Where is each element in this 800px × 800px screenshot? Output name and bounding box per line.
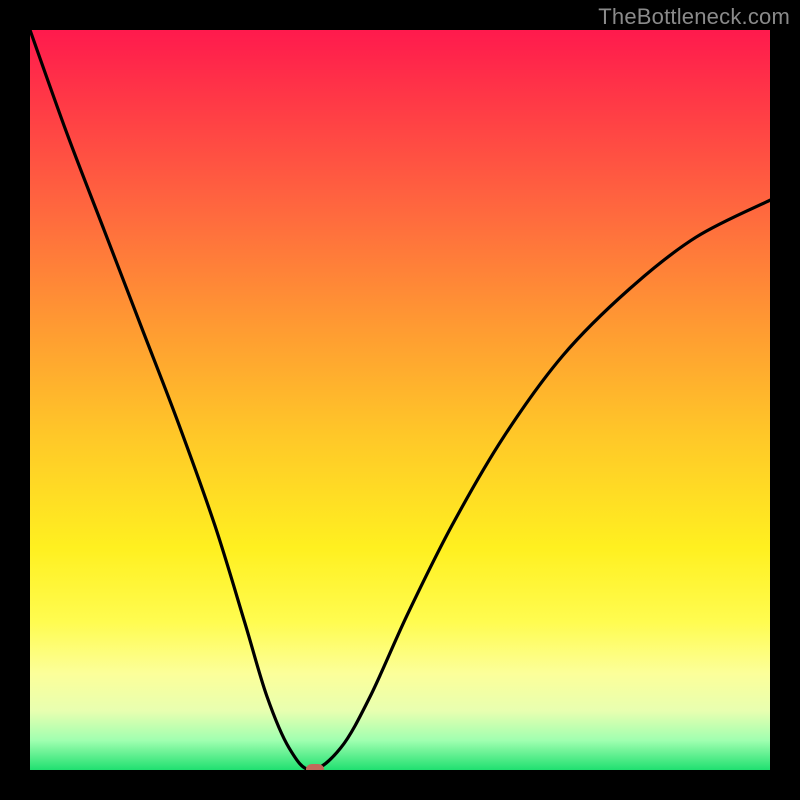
plot-area	[30, 30, 770, 770]
chart-frame: TheBottleneck.com	[0, 0, 800, 800]
watermark-text: TheBottleneck.com	[598, 4, 790, 30]
optimal-marker	[306, 764, 324, 770]
bottleneck-curve	[30, 30, 770, 770]
